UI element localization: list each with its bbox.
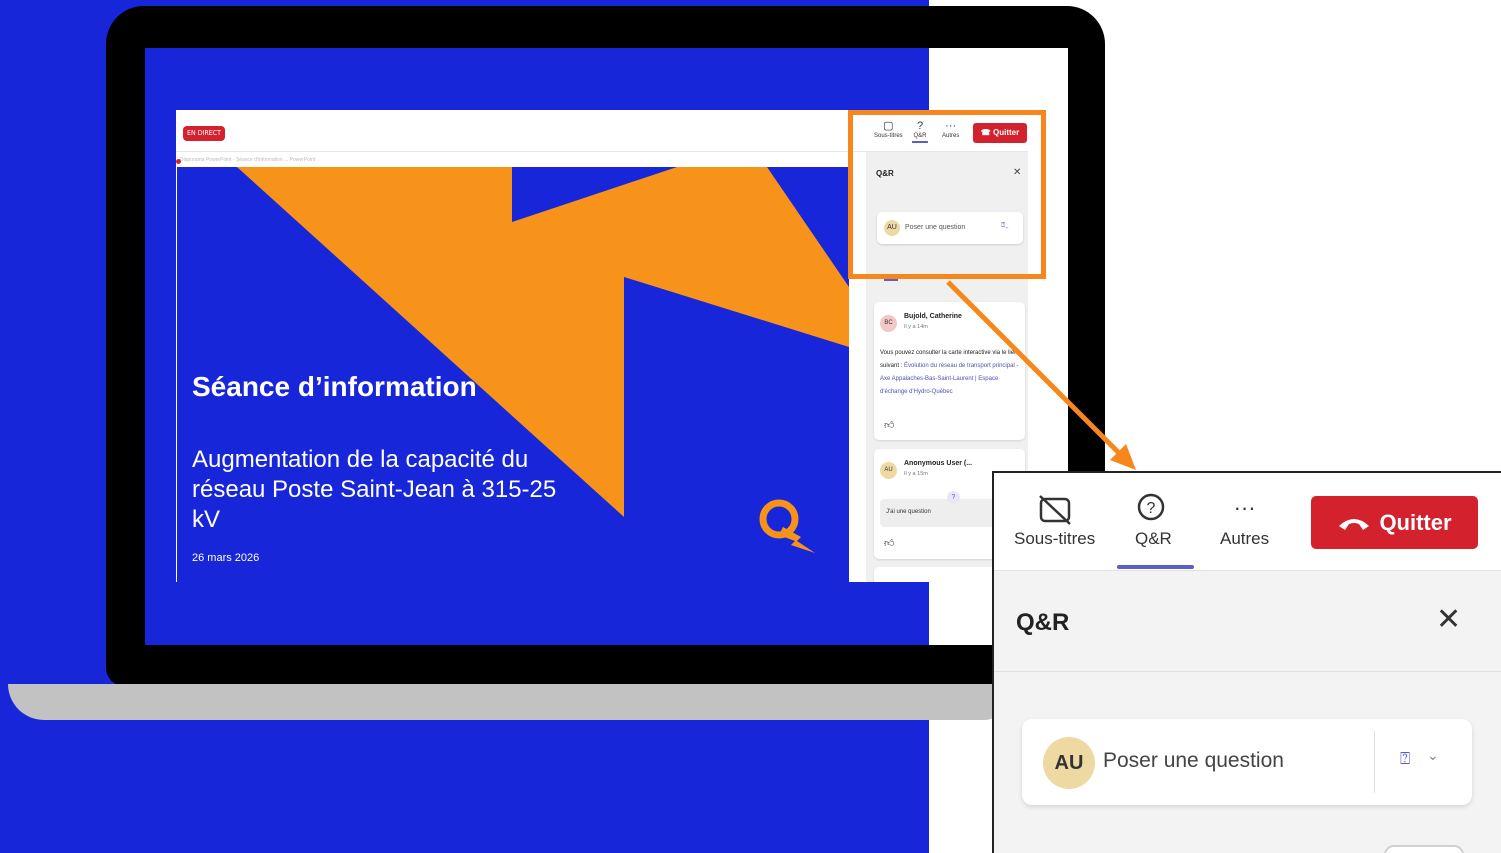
captions-off-icon (1014, 493, 1095, 529)
like-icon[interactable]: 👍︎ (884, 419, 894, 431)
divider (1374, 731, 1375, 793)
close-icon[interactable]: ✕ (1436, 605, 1461, 635)
more-button[interactable]: ··· Autres (1220, 493, 1269, 549)
more-icon: ··· (1233, 495, 1256, 520)
quit-label: Quitter (1379, 510, 1452, 535)
chevron-down-icon[interactable]: ⌄ (1427, 747, 1439, 764)
qna-label: Q&R (1135, 529, 1172, 548)
question-time: Il y a 15m (904, 471, 928, 477)
question-author: Anonymous User (... (904, 460, 973, 467)
quit-button[interactable]: Quitter (1311, 496, 1478, 549)
question-card[interactable]: BC Bujold, Catherine Il y a 14m Vous pou… (874, 302, 1025, 440)
like-icon[interactable]: 👍︎ (884, 537, 894, 549)
hydro-quebec-logo (759, 499, 815, 553)
avatar: AU (880, 462, 897, 479)
slide-date: 26 mars 2026 (192, 552, 260, 564)
avatar: BC (880, 315, 897, 332)
slide-subtitle: Augmentation de la capacité du réseau Po… (192, 446, 557, 533)
question-text: Vous pouvez consulter la carte interacti… (880, 347, 1020, 399)
slide-title: Séance d’information (192, 371, 477, 402)
tab-active-indicator (884, 279, 898, 281)
laptop-base (8, 684, 1008, 720)
ask-question-placeholder: Poser une question (1103, 749, 1284, 772)
zoomed-toolbar-panel: Sous-titres ? Q&R ··· Autres Quitter Q&R… (992, 471, 1501, 853)
ask-question-box[interactable]: AU Poser une question ⍰ ⌄ (1022, 719, 1472, 805)
captions-button[interactable]: Sous-titres (1014, 493, 1095, 549)
qna-panel-title: Q&R (1016, 609, 1070, 636)
phone-hangup-icon (1337, 498, 1371, 551)
question-type-icon: ? (947, 491, 960, 504)
more-label: Autres (1220, 529, 1270, 548)
shared-slide: Séance d’information Augmentation de la … (177, 167, 849, 582)
question-type-icon[interactable]: ⍰ (1400, 749, 1410, 769)
qna-icon: ? (1135, 493, 1172, 529)
qna-active-indicator (1117, 565, 1194, 569)
question-author: Bujold, Catherine (904, 313, 962, 320)
avatar: AU (1043, 737, 1095, 789)
question-time: Il y a 14m (904, 324, 928, 330)
slide-window-caption: Diaporama PowerPoint - Séance d'informat… (180, 157, 316, 163)
highlight-box (848, 110, 1046, 279)
filter-button[interactable] (1384, 845, 1464, 853)
live-badge: EN DIRECT (183, 126, 225, 141)
qna-button[interactable]: ? Q&R (1135, 493, 1172, 549)
question-text: J'ai une question (886, 509, 931, 515)
divider (994, 671, 1501, 672)
captions-label: Sous-titres (1014, 529, 1096, 548)
zoom-topbar: Sous-titres ? Q&R ··· Autres Quitter (994, 473, 1501, 571)
svg-text:?: ? (1147, 500, 1156, 517)
